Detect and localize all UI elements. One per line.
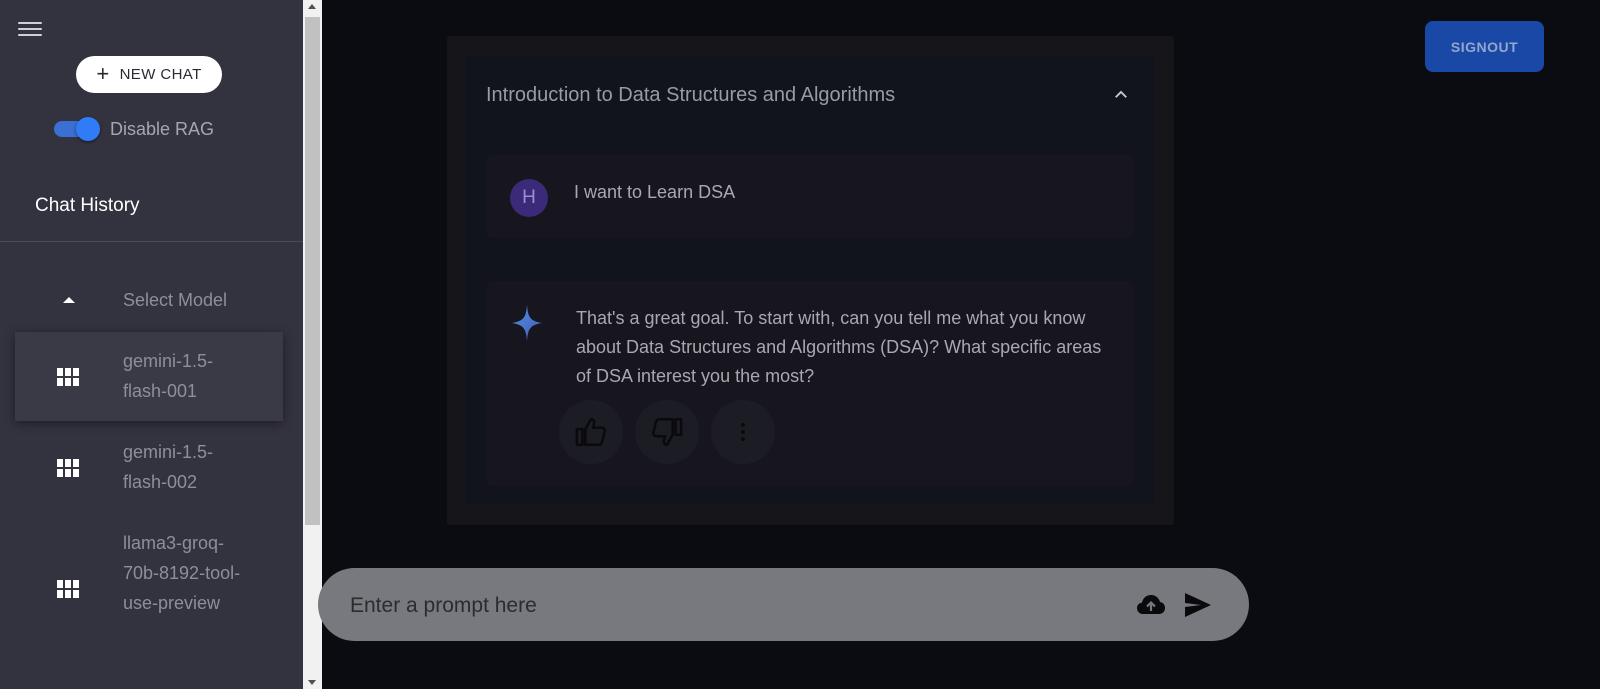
- new-chat-label: NEW CHAT: [119, 66, 202, 83]
- sparkle-icon: [512, 305, 542, 341]
- grid-icon: [57, 580, 79, 598]
- grid-icon: [57, 368, 79, 386]
- model-item[interactable]: gemini-1.5-flash-001: [15, 332, 283, 421]
- chevron-up-icon[interactable]: [1112, 86, 1130, 104]
- toggle-thumb: [76, 117, 100, 141]
- grid-icon: [57, 459, 79, 477]
- avatar: H: [510, 179, 548, 217]
- prompt-input[interactable]: [348, 586, 1092, 626]
- hamburger-menu-icon[interactable]: [18, 22, 42, 40]
- select-model-label: Select Model: [123, 290, 228, 310]
- sidebar: + NEW CHAT Disable RAG Chat History Sele…: [0, 0, 303, 689]
- bot-message-text: That's a great goal. To start with, can …: [576, 308, 1102, 386]
- rag-toggle-label: Disable RAG: [110, 118, 215, 139]
- scroll-up-arrow-icon[interactable]: [308, 4, 316, 9]
- model-label: llama3-groq-70b-8192-tool-use-preview: [123, 533, 241, 613]
- select-model-header[interactable]: Select Model: [0, 283, 303, 319]
- dislike-button[interactable]: [635, 400, 699, 464]
- send-icon[interactable]: [1184, 592, 1212, 618]
- user-message: H I want to Learn DSA: [486, 155, 1134, 238]
- scroll-down-arrow-icon[interactable]: [308, 680, 316, 685]
- prompt-bar: [318, 568, 1249, 641]
- model-item[interactable]: gemini-1.5-flash-002: [15, 423, 283, 512]
- rag-toggle-row: Disable RAG: [54, 117, 214, 141]
- caret-up-icon: [63, 297, 75, 303]
- like-button[interactable]: [559, 400, 623, 464]
- cloud-upload-icon[interactable]: [1136, 592, 1166, 618]
- bot-message: That's a great goal. To start with, can …: [486, 281, 1134, 486]
- chat-history-title: Chat History: [35, 195, 140, 216]
- scrollbar-thumb[interactable]: [305, 17, 320, 525]
- chat-title: Introduction to Data Structures and Algo…: [486, 84, 896, 106]
- model-item[interactable]: llama3-groq-70b-8192-tool-use-preview: [15, 514, 283, 664]
- user-message-text: I want to Learn DSA: [574, 182, 736, 202]
- more-options-button[interactable]: [711, 400, 775, 464]
- thumbs-up-icon: [575, 417, 606, 447]
- new-chat-button[interactable]: + NEW CHAT: [76, 56, 222, 93]
- sidebar-divider: [0, 241, 303, 242]
- signout-button[interactable]: SIGNOUT: [1425, 21, 1544, 72]
- rag-toggle-switch[interactable]: [54, 117, 100, 141]
- plus-icon: +: [96, 60, 110, 86]
- model-label: gemini-1.5-flash-001: [123, 351, 214, 401]
- thumbs-down-icon: [652, 417, 683, 447]
- more-vert-icon: [741, 423, 745, 441]
- model-label: gemini-1.5-flash-002: [123, 442, 214, 492]
- sidebar-scrollbar[interactable]: [303, 0, 322, 689]
